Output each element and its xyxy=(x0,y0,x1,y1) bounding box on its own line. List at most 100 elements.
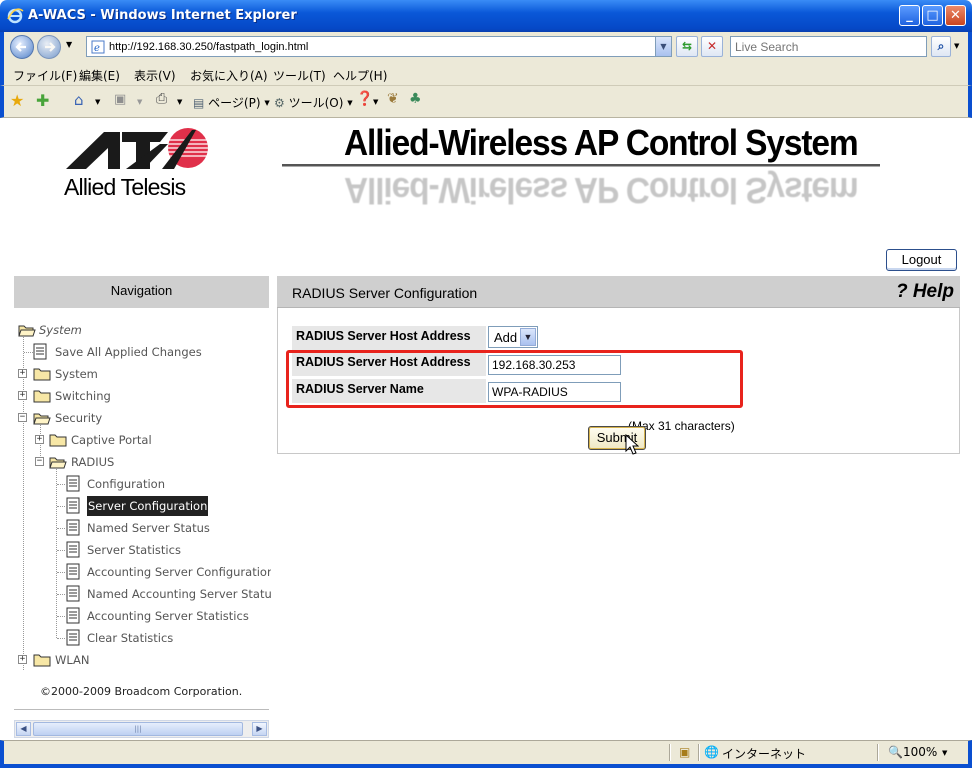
search-icon[interactable]: ⌕ xyxy=(931,36,951,57)
menu-view[interactable]: 表示(V) xyxy=(134,67,176,84)
tree-label: Server Statistics xyxy=(87,543,181,557)
chevron-down-icon: ▼ xyxy=(520,328,536,346)
close-button[interactable]: ✕ xyxy=(945,5,966,26)
document-icon xyxy=(66,519,80,536)
scroll-thumb[interactable]: ||| xyxy=(33,722,243,736)
tree-label: System xyxy=(55,367,98,381)
maximize-button[interactable]: □ xyxy=(922,5,943,26)
security-zone: インターネット xyxy=(722,747,807,761)
minimize-button[interactable]: _ xyxy=(899,5,920,26)
logo-mark-icon xyxy=(66,128,208,169)
document-icon xyxy=(66,629,80,646)
expand-plus-icon[interactable]: + xyxy=(18,655,27,664)
expand-plus-icon[interactable]: + xyxy=(18,369,27,378)
nav-horizontal-scrollbar[interactable]: ◀ ||| ▶ xyxy=(14,720,269,738)
favorites-star-icon[interactable]: ★ xyxy=(10,91,24,110)
radius-config-form: RADIUS Server Host Address Add ▼ RADIUS … xyxy=(277,308,960,455)
menu-tools[interactable]: ツール(T) xyxy=(273,67,326,84)
app-title-reflection: Allied-Wireless AP Control System xyxy=(344,170,858,211)
highlight-annotation xyxy=(286,350,743,408)
back-button[interactable] xyxy=(10,35,34,59)
tree-guide xyxy=(56,466,57,638)
navigation-header: Navigation xyxy=(14,276,269,308)
web-page: Allied Telesis Allied-Wireless AP Contro… xyxy=(4,118,968,740)
tree-item-named-accounting-server-status[interactable]: Named Accounting Server Status xyxy=(14,584,271,604)
folder-icon xyxy=(33,654,51,667)
tools-dropdown-icon: ▼ xyxy=(347,98,353,107)
scroll-left-icon[interactable]: ◀ xyxy=(16,722,31,736)
page-menu-icon: ▤ xyxy=(193,95,205,110)
collapse-minus-icon[interactable]: − xyxy=(35,457,44,466)
allied-telesis-logo: Allied Telesis xyxy=(64,124,214,210)
search-input[interactable] xyxy=(731,37,921,56)
home-dropdown-icon[interactable]: ▼ xyxy=(95,98,100,106)
tree-label: Clear Statistics xyxy=(87,631,174,645)
nav-divider xyxy=(14,709,269,710)
tools-menu[interactable]: ⚙ ツール(O) ▼ xyxy=(274,94,353,111)
feeds-dropdown-icon[interactable]: ▼ xyxy=(137,98,142,106)
stop-button[interactable]: ✕ xyxy=(701,36,723,57)
tree-label: Captive Portal xyxy=(71,433,152,447)
home-icon[interactable]: ⌂ xyxy=(74,91,84,109)
title-divider xyxy=(282,164,880,167)
menu-edit[interactable]: 編集(E) xyxy=(79,67,120,84)
tree-item-accounting-server-configuration[interactable]: Accounting Server Configuration xyxy=(14,562,271,582)
scroll-right-icon[interactable]: ▶ xyxy=(252,722,267,736)
menu-file[interactable]: ファイル(F) xyxy=(13,67,77,84)
logout-button[interactable]: Logout xyxy=(886,249,957,271)
search-options-icon[interactable]: ▼ xyxy=(954,42,959,50)
window-titlebar: A-WACS - Windows Internet Explorer _ □ ✕ xyxy=(0,0,972,32)
tree-label: Named Accounting Server Status xyxy=(87,587,271,601)
research-icon[interactable]: ❦ xyxy=(387,91,399,107)
feeds-icon[interactable]: ▣ xyxy=(114,92,126,107)
forward-arrow-icon xyxy=(45,42,56,52)
zoom-level[interactable]: 100% xyxy=(903,745,937,759)
document-icon xyxy=(66,585,80,602)
page-menu[interactable]: ▤ ページ(P) ▼ xyxy=(193,94,270,111)
page-menu-label: ページ(P) xyxy=(208,96,261,110)
forward-button[interactable] xyxy=(37,35,61,59)
folder-icon xyxy=(33,368,51,381)
tree-label: Named Server Status xyxy=(87,521,210,535)
window-title: A-WACS - Windows Internet Explorer xyxy=(28,8,297,23)
folder-open-icon xyxy=(18,325,36,337)
expand-plus-icon[interactable]: + xyxy=(35,435,44,444)
zoom-dropdown-icon[interactable]: ▼ xyxy=(942,749,947,757)
tree-label: WLAN xyxy=(55,653,90,667)
address-bar: ▼ e http://192.168.30.250/fastpath_login… xyxy=(0,32,972,62)
protected-mode-icon[interactable]: ▣ xyxy=(679,745,690,759)
history-dropdown-icon[interactable]: ▼ xyxy=(66,40,72,49)
svg-text:e: e xyxy=(94,43,100,54)
print-icon[interactable]: ⎙ xyxy=(156,91,167,107)
host-select-label: RADIUS Server Host Address xyxy=(292,326,486,350)
help-link[interactable]: ? Help xyxy=(896,281,954,303)
app-title: Allied-Wireless AP Control System xyxy=(344,122,859,163)
refresh-button[interactable]: ⇆ xyxy=(676,36,698,57)
url-text: http://192.168.30.250/fastpath_login.htm… xyxy=(109,41,309,53)
brand-name: Allied Telesis xyxy=(64,174,186,200)
add-favorite-icon[interactable]: ✚ xyxy=(36,91,49,110)
tree-label: Accounting Server Configuration xyxy=(87,565,271,579)
copyright-text: ©2000-2009 Broadcom Corporation. xyxy=(40,685,243,698)
page-title: RADIUS Server Configuration xyxy=(292,285,478,301)
help-dropdown-icon[interactable]: ▼ xyxy=(373,98,378,106)
collapse-minus-icon[interactable]: − xyxy=(18,413,27,422)
menu-help[interactable]: ヘルプ(H) xyxy=(333,67,387,84)
messenger-icon[interactable]: ♣ xyxy=(409,91,422,107)
document-icon xyxy=(66,607,80,624)
search-box[interactable] xyxy=(730,36,927,57)
page-icon: e xyxy=(91,40,105,54)
zoom-icon[interactable]: 🔍 xyxy=(888,745,903,759)
url-dropdown-icon[interactable]: ▼ xyxy=(655,37,671,56)
folder-icon xyxy=(33,390,51,403)
url-field[interactable]: e http://192.168.30.250/fastpath_login.h… xyxy=(86,36,672,57)
tree-label: Accounting Server Statistics xyxy=(87,609,249,623)
tree-label: Save All Applied Changes xyxy=(55,345,202,359)
menu-favorites[interactable]: お気に入り(A) xyxy=(190,67,268,84)
expand-plus-icon[interactable]: + xyxy=(18,391,27,400)
host-action-select[interactable]: Add ▼ xyxy=(488,326,538,348)
tools-menu-label: ツール(O) xyxy=(288,96,344,110)
page-dropdown-icon: ▼ xyxy=(264,98,270,107)
print-dropdown-icon[interactable]: ▼ xyxy=(177,98,182,106)
help-icon[interactable]: ❓ xyxy=(356,91,373,107)
